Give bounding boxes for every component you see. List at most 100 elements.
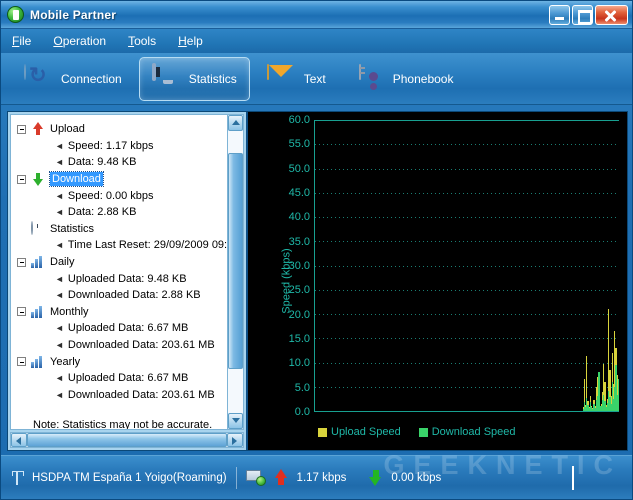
tree-node-label: Data: 2.88 KB xyxy=(67,206,137,219)
tree-node-label: Downloaded Data: 203.61 MB xyxy=(67,339,215,352)
toolbar-button-phonebook[interactable]: Phonebook xyxy=(343,57,467,101)
chart-y-tick-label: 50.0 xyxy=(288,162,310,175)
tree-expander[interactable] xyxy=(17,307,26,317)
statistics-panel: Upload ◄ Speed: 1.17 kbps ◄ Data: 9.48 KB Dow… xyxy=(7,111,628,451)
toolbar-button-text[interactable]: Text xyxy=(254,57,339,101)
tree-node-label: Time Last Reset: 29/09/2009 09:36: xyxy=(67,239,228,252)
tree-expander[interactable] xyxy=(17,257,26,267)
close-icon[interactable] xyxy=(595,4,628,25)
maximize-icon[interactable] xyxy=(572,4,593,25)
chart-data-trace xyxy=(617,379,619,411)
toolbar-label-connection: Connection xyxy=(61,71,122,86)
bar-chart-icon xyxy=(31,255,46,269)
menu-item-help[interactable]: Help xyxy=(175,33,206,49)
statistics-tree-panel: Upload ◄ Speed: 1.17 kbps ◄ Data: 9.48 KB Dow… xyxy=(8,112,246,450)
tree-node[interactable]: ◄ Downloaded Data: 2.88 KB xyxy=(11,287,227,304)
tree-bullet-icon: ◄ xyxy=(55,273,64,284)
chart-y-tick-label: 15.0 xyxy=(288,333,310,345)
speed-chart: Speed (kbps) 60.0 55.0 50.0 45.0 40.0 35.0 30.… xyxy=(246,112,627,450)
tree-node-label: Data: 9.48 KB xyxy=(67,156,137,169)
vertical-scroll-thumb[interactable] xyxy=(228,153,243,369)
legend-swatch-upload xyxy=(318,427,327,437)
tree-node[interactable]: Download xyxy=(11,171,227,188)
tree-node[interactable]: ◄ Uploaded Data: 6.67 MB xyxy=(11,370,227,387)
tree-node[interactable]: ◄ Uploaded Data: 6.67 MB xyxy=(11,320,227,337)
download-arrow-icon xyxy=(369,469,382,486)
tree-node[interactable]: Upload xyxy=(11,121,227,138)
tree-node[interactable]: ◄ Downloaded Data: 203.61 MB xyxy=(11,387,227,404)
minimize-icon[interactable] xyxy=(549,4,570,25)
tree-vertical-scrollbar[interactable] xyxy=(228,114,244,430)
chart-plot-area xyxy=(314,120,619,412)
tree-node-label: Downloaded Data: 2.88 KB xyxy=(67,289,201,302)
legend-swatch-download xyxy=(418,427,428,437)
tree-node-label: Uploaded Data: 9.48 KB xyxy=(67,272,187,285)
chart-y-tick-label: 60.0 xyxy=(288,114,310,126)
upload-arrow-icon xyxy=(274,469,288,486)
legend-item-upload: Upload Speed xyxy=(318,426,401,438)
text-message-icon xyxy=(266,63,297,93)
window-controls xyxy=(549,4,628,25)
clock-icon xyxy=(31,220,46,236)
vertical-scroll-track[interactable] xyxy=(228,131,243,413)
arrow-up-icon xyxy=(31,122,46,136)
scroll-left-button[interactable] xyxy=(11,433,27,447)
chart-y-tick-label: 20.0 xyxy=(288,308,310,321)
tree-horizontal-scrollbar[interactable] xyxy=(10,432,244,448)
chart-gridline xyxy=(315,241,619,243)
tree-node-label: Speed: 0.00 kbps xyxy=(67,189,154,202)
tree-node[interactable]: ◄ Downloaded Data: 203.61 MB xyxy=(11,337,227,354)
toolbar-label-text: Text xyxy=(303,71,326,86)
legend-item-download: Download Speed xyxy=(418,426,516,438)
tree-node[interactable]: Monthly xyxy=(11,304,227,321)
chart-gridline xyxy=(315,338,619,340)
scroll-down-button[interactable] xyxy=(228,413,243,429)
tree-node[interactable]: Daily xyxy=(11,254,227,271)
menu-item-operation[interactable]: Operation xyxy=(50,33,109,49)
chart-y-tick-label: 55.0 xyxy=(288,138,310,151)
toolbar-button-statistics[interactable]: Statistics xyxy=(138,56,250,101)
tree-node[interactable]: ◄ Data: 2.88 KB xyxy=(11,204,227,221)
tree-node[interactable]: ◄ Data: 9.48 KB xyxy=(11,154,227,171)
tree-expander[interactable] xyxy=(17,357,26,367)
tree-bullet-icon: ◄ xyxy=(55,323,64,334)
tree-bullet-icon: ◄ xyxy=(55,373,64,384)
text-caret xyxy=(572,466,574,490)
tree-node-label: Uploaded Data: 6.67 MB xyxy=(67,372,189,385)
tree-node[interactable]: Yearly xyxy=(11,353,227,370)
chart-y-tick-label: 0.0 xyxy=(294,406,310,418)
tree-node[interactable]: ◄ Speed: 1.17 kbps xyxy=(11,138,227,155)
horizontal-scroll-thumb[interactable] xyxy=(27,433,227,447)
tree-node[interactable]: ◄ Uploaded Data: 9.48 KB xyxy=(11,270,227,287)
scroll-up-button[interactable] xyxy=(228,115,243,131)
connection-icon xyxy=(24,63,54,93)
statistics-note: Note: Statistics may not be accurate. xyxy=(33,419,213,430)
chart-gridline xyxy=(315,386,619,388)
toolbar-button-connection[interactable]: Connection xyxy=(11,57,135,101)
tree-bullet-icon: ◄ xyxy=(55,157,64,168)
tree-node[interactable]: Statistics xyxy=(11,220,227,238)
tree-expander[interactable] xyxy=(17,124,26,134)
chart-gridline xyxy=(315,192,619,194)
tree-node-label: Upload xyxy=(50,123,85,136)
tree-node-label: Download xyxy=(49,171,104,188)
chart-y-tick-label: 45.0 xyxy=(288,187,310,199)
chart-gridline xyxy=(315,265,619,267)
chart-y-axis-labels: 60.0 55.0 50.0 45.0 40.0 35.0 30.0 25.0 20.0 15.0… xyxy=(266,114,310,418)
toolbar-label-phonebook: Phonebook xyxy=(392,71,454,86)
status-divider xyxy=(235,466,237,489)
tree-expander[interactable] xyxy=(17,174,26,184)
network-connection-icon xyxy=(245,469,266,486)
signal-antenna-icon xyxy=(11,470,23,486)
mobile-partner-window: Mobile Partner File Operation Tools Help… xyxy=(0,0,633,500)
menu-item-file[interactable]: File xyxy=(9,33,34,49)
horizontal-scroll-track[interactable] xyxy=(27,433,227,447)
menu-item-tools[interactable]: Tools xyxy=(125,33,159,49)
tree-node[interactable]: ◄ Time Last Reset: 29/09/2009 09:36: xyxy=(11,237,227,254)
tree-node[interactable]: ◄ Speed: 0.00 kbps xyxy=(11,187,227,204)
chart-gridline xyxy=(315,168,619,170)
statistics-tree[interactable]: Upload ◄ Speed: 1.17 kbps ◄ Data: 9.48 KB Dow… xyxy=(10,114,228,430)
bar-chart-icon xyxy=(31,305,46,319)
scroll-right-button[interactable] xyxy=(227,433,243,447)
tree-node-label: Statistics xyxy=(50,222,95,235)
